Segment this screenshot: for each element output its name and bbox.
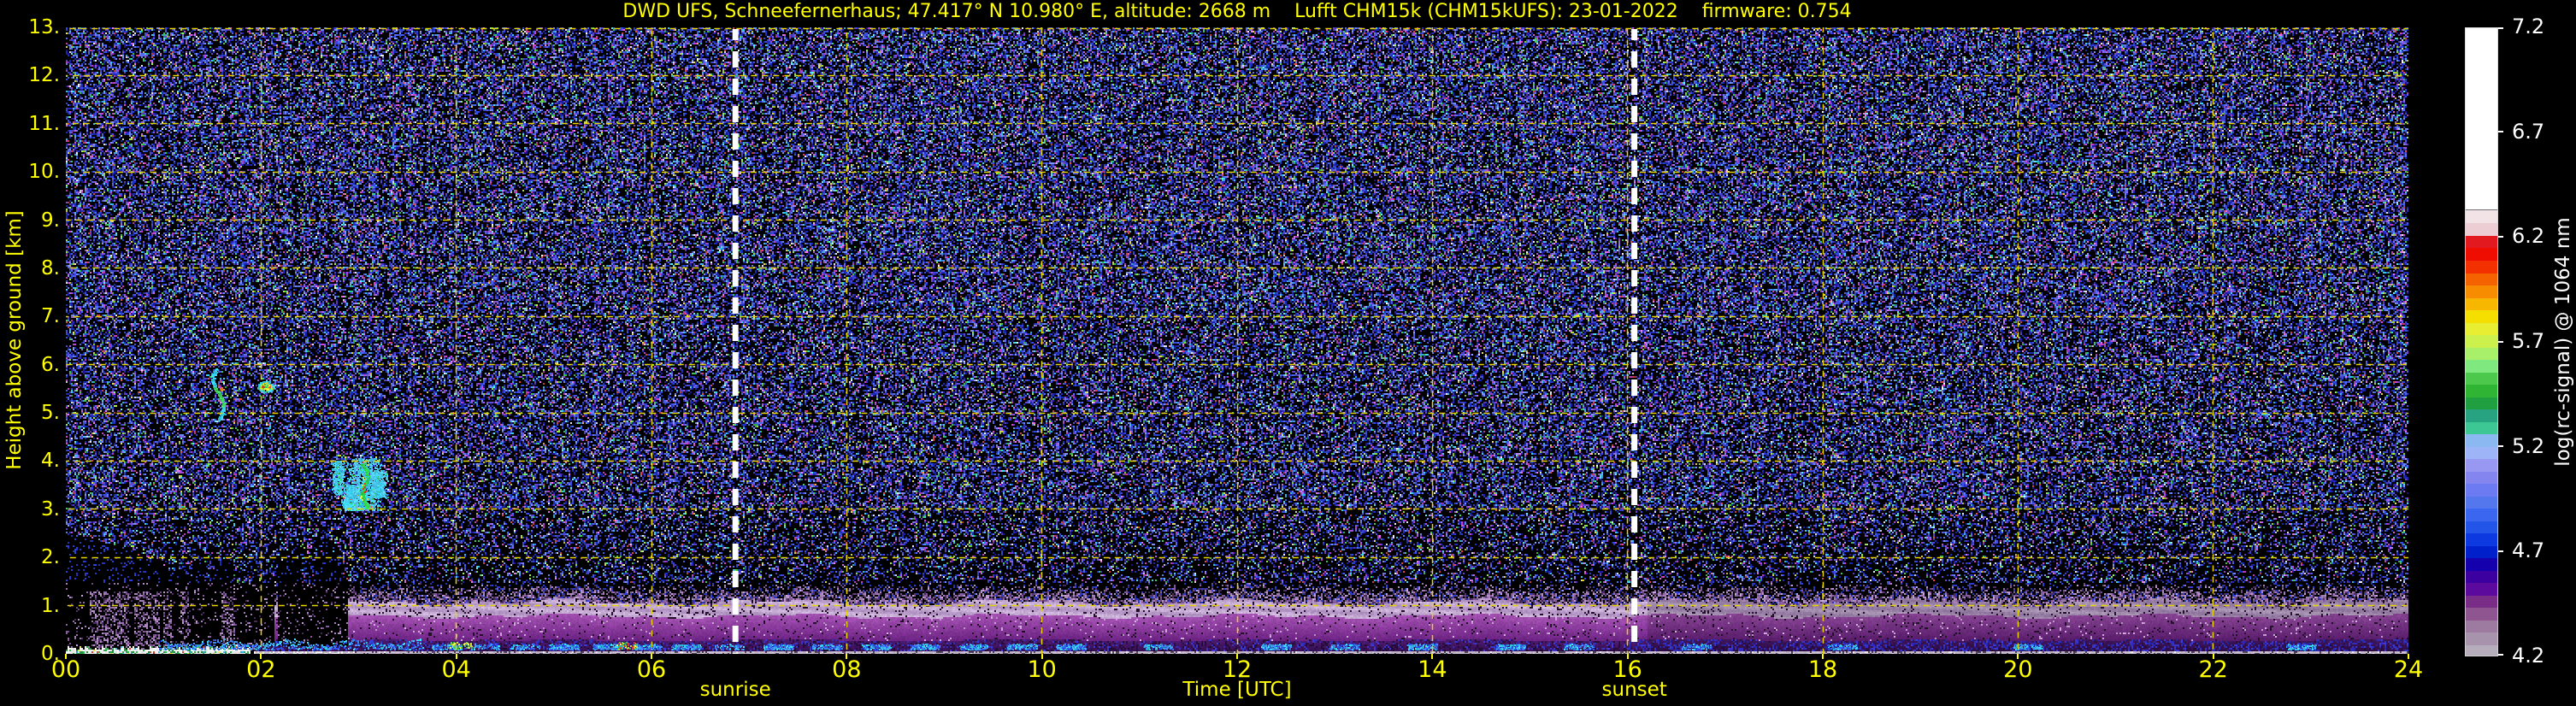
y-tick-label: 2.	[41, 546, 60, 569]
x-tick-label: 04	[441, 656, 471, 683]
x-tick-label: 10	[1027, 656, 1057, 683]
x-tick-mark	[1431, 654, 1434, 659]
x-tick-label: 06	[636, 656, 667, 683]
y-tick-label: 11.	[28, 112, 60, 135]
y-tick-label: 4.	[41, 450, 60, 473]
x-tick-mark	[2408, 654, 2409, 659]
colorbar-tick-label: 7.2	[2512, 15, 2545, 38]
sunrise-label: sunrise	[699, 679, 771, 701]
x-tick-label: 00	[50, 656, 81, 683]
x-axis-label: Time [UTC]	[1182, 679, 1292, 701]
plot-title: DWD UFS, Schneefernerhaus; 47.417° N 10.…	[622, 1, 1852, 22]
colorbar-tick-label: 4.2	[2512, 644, 2545, 668]
x-tick-mark	[65, 654, 67, 659]
y-tick-label: 6.	[41, 353, 60, 376]
x-tick-label: 18	[1807, 656, 1838, 683]
y-axis-label: Height above ground [km]	[3, 210, 26, 470]
colorbar-tick-label: 6.7	[2512, 119, 2545, 144]
y-tick-label: 12.	[28, 64, 60, 87]
x-tick-label: 24	[2393, 656, 2424, 683]
colorbar-tick-label: 5.7	[2512, 329, 2545, 353]
y-tick-label: 9.	[41, 209, 60, 232]
x-tick-mark	[651, 654, 652, 659]
colorbar-tick-label: 5.2	[2512, 433, 2545, 458]
x-tick-mark	[1236, 654, 1238, 659]
y-tick-label: 10.	[28, 161, 60, 184]
y-tick-label: 8.	[41, 256, 60, 279]
ceilometer-heatmap-canvas	[66, 27, 2408, 654]
y-tick-label: 5.	[41, 402, 60, 425]
x-tick-mark	[2017, 654, 2019, 659]
x-tick-mark	[1040, 654, 1043, 659]
colorbar-label: log(rc-signal) @ 1064 nm	[2552, 217, 2574, 467]
colorbar-tick-label: 6.2	[2512, 224, 2545, 249]
sunset-label: sunset	[1601, 679, 1667, 701]
x-tick-label: 08	[832, 656, 862, 683]
x-tick-label: 22	[2198, 656, 2228, 683]
x-tick-mark	[260, 654, 262, 659]
colorbar-tick-label: 4.7	[2512, 538, 2545, 563]
x-tick-mark	[455, 654, 457, 659]
x-tick-label: 14	[1418, 656, 1447, 683]
y-tick-label: 1.	[41, 594, 60, 617]
x-tick-mark	[846, 654, 848, 659]
y-tick-label: 7.	[41, 305, 60, 328]
y-tick-label: 3.	[41, 497, 60, 521]
x-tick-mark	[1822, 654, 1824, 659]
x-tick-label: 20	[2003, 656, 2033, 683]
x-tick-mark	[2212, 654, 2214, 659]
y-tick-label: 13.	[28, 16, 60, 38]
colorbar-canvas	[2465, 27, 2504, 656]
x-tick-mark	[1626, 654, 1629, 659]
x-tick-label: 02	[246, 656, 276, 683]
